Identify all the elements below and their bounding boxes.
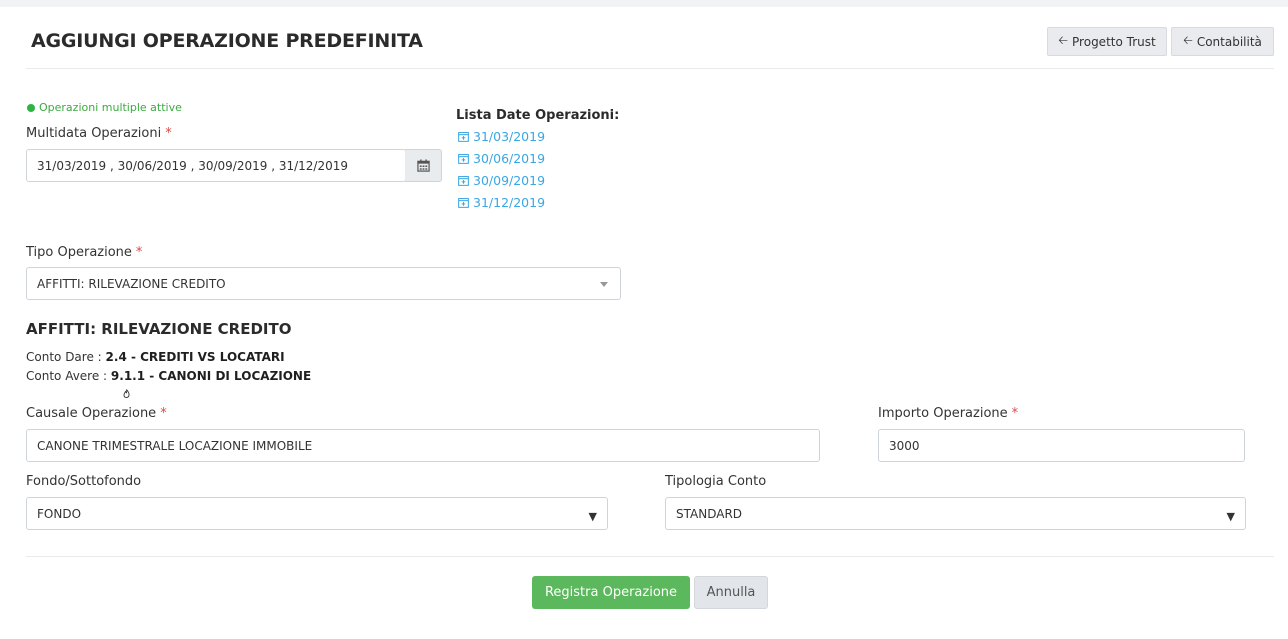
importo-value: 3000	[889, 438, 920, 453]
multidate-label: Multidata Operazioni *	[26, 126, 172, 141]
calendar-icon	[416, 159, 430, 172]
causale-label-text: Causale Operazione	[26, 406, 157, 421]
progetto-trust-label: Progetto Trust	[1072, 34, 1156, 49]
conto-dare-value: 2.4 - CREDITI VS LOCATARI	[105, 350, 285, 364]
operation-type-label: Tipo Operazione *	[26, 245, 142, 260]
causale-input[interactable]: CANONE TRIMESTRALE LOCAZIONE IMMOBILE	[26, 429, 820, 462]
required-marker: *	[165, 126, 172, 141]
top-border	[0, 0, 1288, 7]
operation-type-select[interactable]: AFFITTI: RILEVAZIONE CREDITO	[26, 267, 621, 300]
tipologia-label: Tipologia Conto	[665, 474, 767, 489]
status-indicator: Operazioni multiple attive	[27, 101, 182, 114]
header-divider	[26, 68, 1274, 69]
date-item-label: 30/06/2019	[473, 151, 546, 166]
conto-dare-label: Conto Dare :	[26, 350, 102, 364]
date-item[interactable]: 31/12/2019	[458, 195, 545, 210]
conto-avere: Conto Avere : 9.1.1 - CANONI DI LOCAZION…	[26, 369, 311, 383]
importo-label: Importo Operazione *	[878, 406, 1018, 421]
date-item[interactable]: 31/03/2019	[458, 129, 545, 144]
progetto-trust-button[interactable]: 🡠 Progetto Trust	[1047, 27, 1167, 56]
status-text: Operazioni multiple attive	[39, 101, 182, 114]
importo-input[interactable]: 3000	[878, 429, 1245, 462]
page-title: AGGIUNGI OPERAZIONE PREDEFINITA	[31, 30, 423, 52]
calendar-plus-icon	[458, 154, 469, 164]
dates-list-title: Lista Date Operazioni:	[456, 108, 620, 123]
registra-operazione-button[interactable]: Registra Operazione	[532, 576, 690, 609]
date-item-label: 31/12/2019	[473, 195, 546, 210]
conto-dare: Conto Dare : 2.4 - CREDITI VS LOCATARI	[26, 350, 285, 364]
fondo-value: FONDO	[37, 506, 82, 521]
triangle-down-icon: ▼	[588, 510, 597, 523]
date-item-label: 30/09/2019	[473, 173, 546, 188]
operation-type-label-text: Tipo Operazione	[26, 245, 132, 260]
tipologia-value: STANDARD	[676, 506, 743, 521]
annulla-button[interactable]: Annulla	[694, 576, 768, 609]
fondo-label: Fondo/Sottofondo	[26, 474, 142, 489]
date-item-label: 31/03/2019	[473, 129, 546, 144]
tipologia-select[interactable]: STANDARD ▼	[665, 497, 1246, 530]
multidate-label-text: Multidata Operazioni	[26, 126, 162, 141]
date-item[interactable]: 30/09/2019	[458, 173, 545, 188]
calendar-button[interactable]	[405, 149, 442, 182]
causale-value: CANONE TRIMESTRALE LOCAZIONE IMMOBILE	[37, 438, 313, 453]
footer-divider	[26, 556, 1274, 557]
causale-label: Causale Operazione *	[26, 406, 167, 421]
flame-icon	[123, 389, 130, 398]
date-item[interactable]: 30/06/2019	[458, 151, 545, 166]
fondo-select[interactable]: FONDO ▼	[26, 497, 608, 530]
triangle-down-icon: ▼	[1226, 510, 1235, 523]
contabilita-label: Contabilità	[1196, 34, 1262, 49]
calendar-plus-icon	[458, 198, 469, 208]
operation-type-value: AFFITTI: RILEVAZIONE CREDITO	[37, 276, 226, 291]
required-marker: *	[135, 245, 143, 260]
required-marker: *	[160, 406, 167, 421]
importo-label-text: Importo Operazione	[878, 406, 1008, 421]
conto-avere-value: 9.1.1 - CANONI DI LOCAZIONE	[110, 369, 312, 383]
caret-down-icon	[600, 282, 608, 287]
status-dot-icon	[27, 103, 35, 112]
multidate-value: 31/03/2019 , 30/06/2019 , 30/09/2019 , 3…	[37, 158, 348, 173]
conto-avere-label: Conto Avere :	[26, 369, 108, 383]
required-marker: *	[1011, 406, 1019, 421]
calendar-plus-icon	[458, 132, 469, 142]
arrow-left-icon: 🡠	[1058, 33, 1069, 47]
multidate-input[interactable]: 31/03/2019 , 30/06/2019 , 30/09/2019 , 3…	[26, 149, 406, 182]
arrow-left-icon: 🡠	[1183, 33, 1193, 47]
operation-detail-title: AFFITTI: RILEVAZIONE CREDITO	[26, 320, 292, 338]
calendar-plus-icon	[458, 176, 469, 186]
contabilita-button[interactable]: 🡠 Contabilità	[1171, 27, 1274, 56]
